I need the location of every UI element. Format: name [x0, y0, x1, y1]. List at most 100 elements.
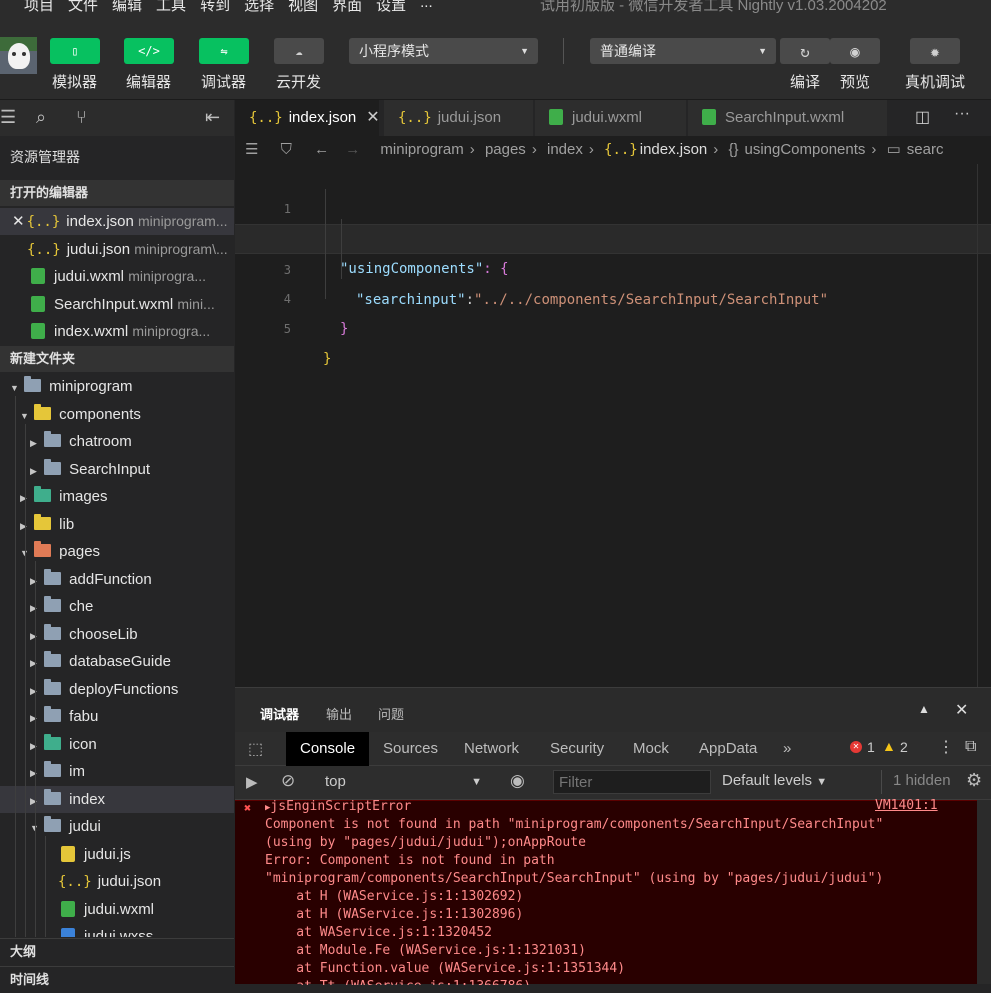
tab-debugger[interactable]: 调试器 [260, 704, 299, 723]
menu-edit[interactable]: 编辑 [112, 0, 142, 16]
open-editor-item[interactable]: index.wxml miniprogra... [0, 318, 234, 345]
console-output[interactable]: ✖ ▶jsEnginScriptError VM1401:1 Component… [235, 798, 977, 985]
undock-icon[interactable]: ⧉ [965, 738, 976, 756]
compile-select[interactable]: 普通编译 ▼ [590, 38, 776, 64]
clear-console-icon[interactable]: ⊘ [281, 771, 295, 791]
menu-file[interactable]: 文件 [68, 0, 98, 16]
split-editor-icon[interactable]: ◫ [915, 107, 930, 127]
code-line[interactable]: 4 } [235, 254, 991, 337]
menu-more[interactable]: ... [420, 0, 433, 16]
open-editors-header[interactable]: 打开的编辑器 [0, 180, 234, 206]
tab-appdata[interactable]: AppData [699, 732, 757, 766]
open-editor-item[interactable]: ✕ {..} index.json miniprogram... [0, 208, 234, 235]
simulator-button[interactable]: ▯ [50, 38, 100, 64]
remote-debug-button[interactable]: ✹ [910, 38, 960, 64]
error-summary[interactable]: ▶jsEnginScriptError [265, 798, 411, 817]
debugger-button[interactable]: ⇋ [199, 38, 249, 64]
gear-icon[interactable]: ⚙ [966, 770, 982, 791]
open-editor-item[interactable]: judui.wxml miniprogra... [0, 263, 234, 290]
breadcrumb-item[interactable]: usingComponents [744, 141, 865, 158]
menu-tools[interactable]: 工具 [156, 0, 186, 16]
cloud-button[interactable]: ☁ [274, 38, 324, 64]
json-file-icon: {..} [27, 242, 61, 258]
more-tabs-icon[interactable]: » [783, 732, 791, 766]
error-count[interactable]: 1 [867, 739, 875, 755]
sidebar-toggle-icon[interactable]: ▶ [246, 773, 258, 791]
console-line: at Function.value (WAService.js:1:135134… [265, 961, 626, 976]
menu-view[interactable]: 视图 [288, 0, 318, 16]
console-scrollbar[interactable] [977, 800, 991, 984]
inspect-element-icon[interactable]: ⬚ [248, 739, 263, 759]
folder-icon [44, 624, 62, 640]
menu-icon[interactable]: ☰ [0, 107, 16, 128]
tab-security[interactable]: Security [550, 732, 604, 766]
search-icon[interactable]: ⌕ [36, 107, 46, 128]
open-editor-item[interactable]: {..} judui.json miniprogram\... [0, 236, 234, 263]
source-control-icon[interactable]: ⑂ [76, 107, 87, 128]
tree-folder[interactable]: ▼ miniprogram [0, 373, 234, 400]
filter-input[interactable] [553, 770, 711, 794]
kebab-menu-icon[interactable]: ⋮ [938, 737, 954, 757]
editor-scrollbar[interactable] [977, 164, 991, 687]
code-line[interactable]: 5 } [235, 284, 991, 367]
wxml-file-icon [61, 901, 75, 917]
menu-select[interactable]: 选择 [244, 0, 274, 16]
tab-mock[interactable]: Mock [633, 732, 669, 766]
tab-searchinput-wxml[interactable]: SearchInput.wxml [688, 100, 888, 136]
avatar[interactable] [0, 37, 37, 74]
bookmark-icon[interactable]: ⛉ [281, 141, 292, 158]
breadcrumb-item[interactable]: miniprogram [380, 141, 463, 158]
collapse-sidebar-icon[interactable]: ⇤ [205, 107, 220, 128]
menu-interface[interactable]: 界面 [332, 0, 362, 16]
caret-down-icon: ▼ [520, 46, 529, 56]
compile-button[interactable]: ↻ [780, 38, 830, 64]
tree-folder[interactable]: ▼ components [0, 401, 234, 428]
editor-button[interactable]: </> [124, 38, 174, 64]
tree-folder[interactable]: ▶ SearchInput [0, 456, 234, 483]
timeline-header[interactable]: 时间线 [0, 966, 234, 992]
open-editor-item[interactable]: SearchInput.wxml mini... [0, 291, 234, 318]
source-link[interactable]: VM1401:1 [875, 798, 938, 813]
context-select[interactable]: top ▼ [315, 770, 490, 794]
eye-icon: ◉ [850, 41, 860, 61]
code-line[interactable]: 1 { [235, 164, 991, 247]
tree-label: judui.wxss [84, 928, 154, 937]
tab-index-json[interactable]: {..} index.json ✕ [235, 100, 380, 136]
wxml-file-icon [31, 268, 45, 284]
breadcrumb-item[interactable]: index.json [640, 141, 708, 158]
breadcrumb-item[interactable]: index [547, 141, 583, 158]
breadcrumb-item[interactable]: searc [907, 141, 944, 158]
tab-judui-wxml[interactable]: judui.wxml [535, 100, 687, 136]
close-panel-icon[interactable]: ✕ [955, 700, 968, 720]
menu-project[interactable]: 项目 [24, 0, 54, 16]
maximize-panel-icon[interactable]: ▲ [918, 702, 930, 716]
eye-icon[interactable]: ◉ [510, 771, 525, 791]
warning-count[interactable]: 2 [900, 739, 908, 755]
close-icon[interactable]: ✕ [366, 109, 379, 126]
tab-problems[interactable]: 问题 [378, 704, 404, 723]
tab-console[interactable]: Console [286, 732, 370, 766]
mode-select[interactable]: 小程序模式 ▼ [349, 38, 538, 64]
preview-button[interactable]: ◉ [830, 38, 880, 64]
menu-settings[interactable]: 设置 [376, 0, 406, 16]
tab-judui-json[interactable]: {..} judui.json [384, 100, 534, 136]
tree-folder[interactable]: ▶ images [0, 483, 234, 510]
menu-goto[interactable]: 转到 [200, 0, 230, 16]
tab-sources[interactable]: Sources [383, 732, 438, 766]
tree-folder[interactable]: ▶ chatroom [0, 428, 234, 455]
list-icon[interactable]: ☰ [245, 141, 258, 158]
tab-output[interactable]: 输出 [326, 704, 352, 723]
forward-icon[interactable]: → [345, 141, 360, 158]
tree-folder[interactable]: ▶ lib [0, 511, 234, 538]
more-actions-icon[interactable]: ··· [954, 105, 970, 123]
code-line[interactable]: 2 "usingComponents": { [235, 194, 991, 277]
levels-select[interactable]: Default levels ▼ [722, 772, 827, 789]
tab-network[interactable]: Network [464, 732, 519, 766]
outline-header[interactable]: 大纲 [0, 938, 234, 964]
folder-header[interactable]: 新建文件夹 [0, 346, 234, 372]
breadcrumb-item[interactable]: pages [485, 141, 526, 158]
close-icon[interactable]: ✕ [12, 213, 25, 230]
tree-label: components [59, 406, 141, 423]
code-line-current[interactable]: 3 "searchinput":"../../components/Search… [235, 224, 991, 308]
back-icon[interactable]: ← [314, 141, 329, 158]
